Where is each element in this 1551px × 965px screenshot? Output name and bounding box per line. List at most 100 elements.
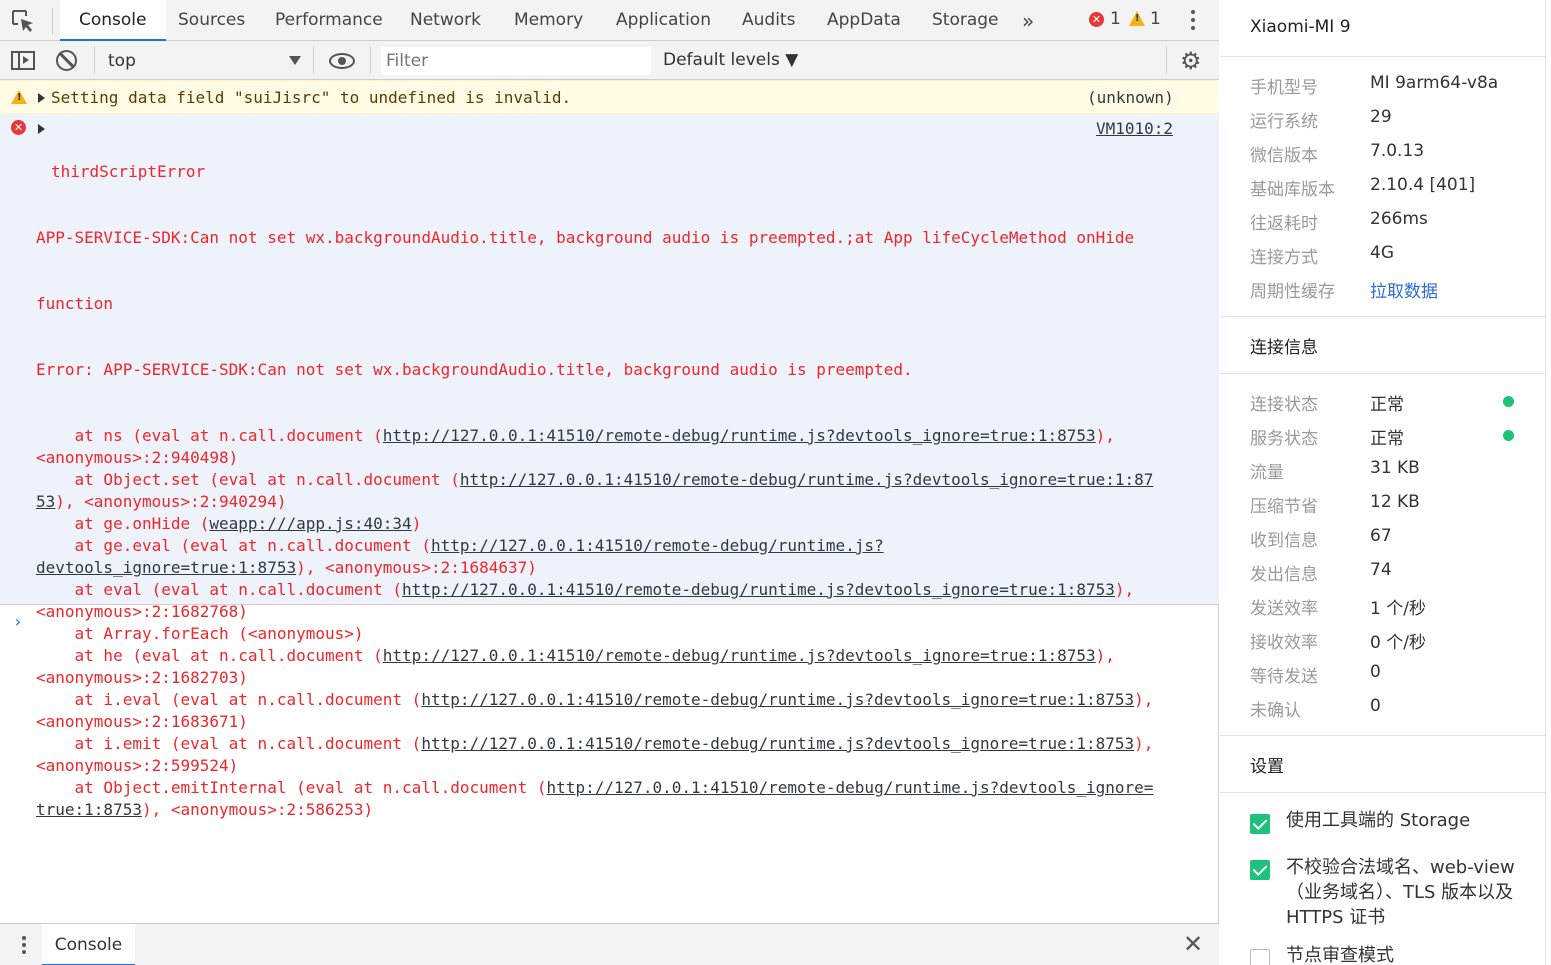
- frame-text: at Object.emitInternal (eval at n.call.d…: [36, 778, 547, 797]
- info-value: 74: [1370, 560, 1392, 580]
- frame-url-link[interactable]: http://127.0.0.1:41510/remote-debug/runt…: [383, 646, 1096, 665]
- info-value: 4G: [1370, 243, 1394, 263]
- log-levels-dropdown[interactable]: Default levels ▼: [663, 50, 798, 70]
- error-line: APP-SERVICE-SDK:Can not set wx.backgroun…: [36, 228, 1135, 247]
- warning-count[interactable]: 1: [1150, 9, 1161, 29]
- chevron-down-icon[interactable]: [289, 56, 301, 65]
- info-row: 往返耗时 266ms: [1250, 209, 1540, 239]
- tab-appdata[interactable]: AppData: [827, 0, 901, 40]
- tab-performance[interactable]: Performance: [275, 0, 383, 40]
- live-expression-eye-icon[interactable]: [329, 53, 355, 69]
- frame-url-link[interactable]: http://127.0.0.1:41510/remote-debug/runt…: [460, 470, 1154, 489]
- drawer-tab-console[interactable]: Console: [42, 924, 135, 965]
- info-value: 正常: [1370, 429, 1404, 449]
- frame-text: at eval (eval at n.call.document (: [36, 580, 403, 599]
- frame-text: <anonymous>:2:1682703): [36, 668, 248, 687]
- stack-frame-line: at ns (eval at n.call.document (http://1…: [36, 425, 1196, 447]
- clear-console-icon[interactable]: [56, 50, 77, 71]
- frame-url-link[interactable]: http://127.0.0.1:41510/remote-debug/runt…: [547, 778, 1154, 797]
- info-key: 流量: [1250, 463, 1284, 483]
- drawer-bar: Console ✕: [0, 923, 1219, 965]
- frame-text: <anonymous>:2:599524): [36, 756, 239, 775]
- frame-text: at Object.set (eval at n.call.document (: [36, 470, 460, 489]
- stack-frame-line: at Object.set (eval at n.call.document (…: [36, 469, 1196, 491]
- info-row: 连接状态 正常: [1250, 390, 1540, 420]
- gear-icon[interactable]: ⚙: [1180, 49, 1202, 73]
- frame-url-link[interactable]: http://127.0.0.1:41510/remote-debug/runt…: [431, 536, 884, 555]
- frame-text: <anonymous>:2:1683671): [36, 712, 248, 731]
- settings-title: 设置: [1250, 757, 1284, 777]
- tab-console[interactable]: Console: [60, 0, 166, 41]
- info-value: 266ms: [1370, 209, 1428, 229]
- info-key: 基础库版本: [1250, 180, 1335, 200]
- stack-frame-line: true:1:8753), <anonymous>:2:586253): [36, 799, 1196, 821]
- info-value: 正常: [1370, 395, 1404, 415]
- fetch-data-link[interactable]: 拉取数据: [1370, 277, 1438, 302]
- stack-frame-line: at he (eval at n.call.document (http://1…: [36, 645, 1196, 667]
- info-row: 流量 31 KB: [1250, 458, 1540, 488]
- frame-text: <anonymous>:2:940498): [36, 448, 239, 467]
- close-icon[interactable]: ✕: [1183, 930, 1203, 958]
- frame-text: ), <anonymous>:2:940294): [55, 492, 287, 511]
- info-row: 未确认 0: [1250, 696, 1540, 726]
- frame-url-link[interactable]: devtools_ignore=true:1:8753: [36, 558, 296, 577]
- console-error-message[interactable]: ✕ VM1010:2 thirdScriptError APP-SERVICE-…: [0, 114, 1219, 819]
- info-row: 基础库版本 2.10.4 [401]: [1250, 175, 1540, 205]
- inspect-element-icon[interactable]: [10, 8, 36, 34]
- frame-url-link[interactable]: http://127.0.0.1:41510/remote-debug/runt…: [402, 580, 1115, 599]
- info-row: 微信版本 7.0.13: [1250, 141, 1540, 171]
- error-title: thirdScriptError: [51, 162, 206, 181]
- warning-icon: !: [11, 90, 27, 104]
- scrollbar[interactable]: [1545, 0, 1551, 965]
- frame-text: at ge.eval (eval at n.call.document (: [36, 536, 431, 555]
- more-tabs-chevron-icon[interactable]: »: [1022, 9, 1034, 33]
- console-prompt[interactable]: ›: [13, 612, 23, 631]
- tab-storage[interactable]: Storage: [932, 0, 999, 40]
- expand-triangle-icon[interactable]: [38, 93, 45, 103]
- divider: [370, 47, 371, 73]
- frame-url-link[interactable]: 53: [36, 492, 55, 511]
- divider: [1220, 373, 1545, 374]
- checkbox-unchecked[interactable]: [1250, 949, 1270, 965]
- tab-memory[interactable]: Memory: [514, 0, 583, 40]
- frame-url-link[interactable]: true:1:8753: [36, 800, 142, 819]
- info-key: 周期性缓存: [1250, 282, 1335, 302]
- frame-url-link[interactable]: http://127.0.0.1:41510/remote-debug/runt…: [421, 690, 1134, 709]
- info-key: 运行系统: [1250, 112, 1318, 132]
- console-warning-message[interactable]: ! Setting data field "suiJisrc" to undef…: [0, 80, 1219, 114]
- divider: [313, 47, 314, 73]
- filter-input[interactable]: [381, 47, 651, 75]
- info-value: 67: [1370, 526, 1392, 546]
- info-row: 手机型号 MI 9arm64-v8a: [1250, 73, 1540, 103]
- stack-frame-line: at i.emit (eval at n.call.document (http…: [36, 733, 1196, 755]
- info-key: 发出信息: [1250, 565, 1318, 585]
- checkbox-checked[interactable]: [1250, 814, 1270, 834]
- info-row: 等待发送 0: [1250, 662, 1540, 692]
- tab-audits[interactable]: Audits: [742, 0, 795, 40]
- show-sidebar-icon[interactable]: [11, 51, 35, 70]
- context-selector[interactable]: top: [108, 51, 136, 71]
- drawer-menu-icon[interactable]: [22, 936, 28, 957]
- tab-application[interactable]: Application: [616, 0, 711, 40]
- frame-text: ),: [1134, 734, 1154, 753]
- info-key: 压缩节省: [1250, 497, 1318, 517]
- frame-text: ),: [1095, 646, 1115, 665]
- info-value: 0: [1370, 662, 1381, 682]
- panel-tab-bar: Console Sources Performance Network Memo…: [0, 0, 1219, 41]
- connection-info-title: 连接信息: [1250, 338, 1318, 358]
- tab-sources[interactable]: Sources: [178, 0, 245, 40]
- setting-label: 节点审查模式: [1286, 945, 1394, 965]
- frame-url-link[interactable]: weapp:///app.js:40:34: [209, 514, 411, 533]
- checkbox-checked[interactable]: [1250, 860, 1270, 880]
- error-count[interactable]: 1: [1110, 9, 1121, 29]
- frame-url-link[interactable]: http://127.0.0.1:41510/remote-debug/runt…: [421, 734, 1134, 753]
- device-name: Xiaomi-MI 9: [1250, 17, 1351, 37]
- frame-url-link[interactable]: http://127.0.0.1:41510/remote-debug/runt…: [383, 426, 1096, 445]
- error-icon: ✕: [11, 120, 26, 135]
- customize-menu-icon[interactable]: [1190, 10, 1196, 32]
- stack-frame-line: <anonymous>:2:940498): [36, 447, 1196, 469]
- tab-network[interactable]: Network: [410, 0, 481, 40]
- error-count-icon[interactable]: ✕: [1089, 12, 1104, 27]
- frame-text: ), <anonymous>:2:1684637): [296, 558, 537, 577]
- warning-count-icon[interactable]: !: [1129, 11, 1145, 26]
